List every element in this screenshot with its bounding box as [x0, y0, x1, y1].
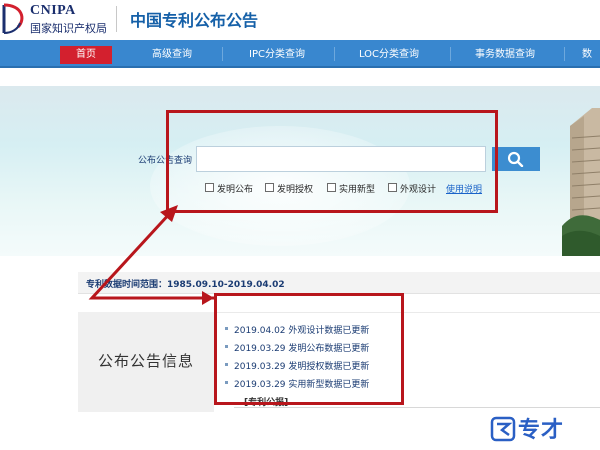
nav-separator [450, 47, 451, 61]
annotation-box-search [166, 110, 498, 213]
nav-separator [334, 47, 335, 61]
main-nav: 首页 高级查询 IPC分类查询 LOC分类查询 事务数据查询 数 [0, 40, 600, 68]
building-image [562, 108, 600, 256]
logo-english-text: CNIPA [30, 3, 76, 18]
nav-item-home[interactable]: 首页 [60, 46, 112, 64]
search-icon [507, 151, 524, 167]
date-range-text: 专利数据时间范围：1985.09.10-2019.04.02 [86, 280, 285, 290]
divider [234, 407, 600, 408]
nav-item-advanced-search[interactable]: 高级查询 [132, 46, 212, 64]
nav-item-ipc-search[interactable]: IPC分类查询 [232, 46, 322, 64]
watermark-text: 专才 [518, 418, 565, 443]
info-title: 公布公告信息 [97, 352, 194, 370]
nav-item-transaction-search[interactable]: 事务数据查询 [460, 46, 550, 64]
search-button[interactable] [492, 147, 540, 171]
logo-chinese-text: 国家知识产权局 [30, 22, 107, 35]
page: CNIPA 国家知识产权局 中国专利公布公告 首页 高级查询 IPC分类查询 L… [0, 0, 600, 450]
watermark: 专才 [488, 412, 600, 446]
date-range-bar: 专利数据时间范围：1985.09.10-2019.04.02 [78, 272, 600, 294]
info-title-panel: 公布公告信息 [78, 312, 214, 412]
nav-item-loc-search[interactable]: LOC分类查询 [344, 46, 434, 64]
header-divider [116, 6, 117, 32]
nav-separator [222, 47, 223, 61]
nav-separator [564, 47, 565, 61]
nav-item-truncated[interactable]: 数 [582, 46, 600, 64]
cnipa-logo[interactable]: CNIPA 国家知识产权局 [0, 0, 112, 40]
header: CNIPA 国家知识产权局 中国专利公布公告 [0, 0, 600, 40]
site-title: 中国专利公布公告 [130, 11, 259, 30]
watermark-logo-icon [490, 416, 516, 442]
cnipa-emblem-icon [2, 3, 24, 34]
annotation-box-updates [214, 293, 404, 405]
